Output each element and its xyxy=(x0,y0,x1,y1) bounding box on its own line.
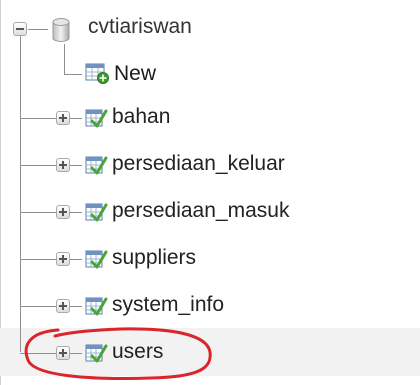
tree-line xyxy=(64,44,65,74)
table-icon xyxy=(85,250,108,269)
table-icon xyxy=(85,156,108,175)
table-icon xyxy=(85,297,108,316)
tree-line xyxy=(20,165,82,166)
tree-line xyxy=(64,74,82,75)
expand-table-toggle[interactable] xyxy=(56,158,70,172)
expand-table-toggle[interactable] xyxy=(56,205,70,219)
new-table-icon xyxy=(85,63,109,84)
tree-line xyxy=(20,118,82,119)
tree-line xyxy=(28,29,48,30)
tree-line xyxy=(20,353,82,354)
expand-table-toggle[interactable] xyxy=(56,346,70,360)
table-name[interactable]: system_info xyxy=(112,292,224,318)
table-name[interactable]: users xyxy=(112,339,163,365)
database-icon xyxy=(52,18,70,42)
expand-table-toggle[interactable] xyxy=(56,111,70,125)
table-name[interactable]: persediaan_keluar xyxy=(112,151,285,177)
new-item-label[interactable]: New xyxy=(114,61,156,87)
expand-table-toggle[interactable] xyxy=(56,252,70,266)
tree-line xyxy=(20,306,82,307)
table-icon xyxy=(85,203,108,222)
table-icon xyxy=(85,109,108,128)
database-name[interactable]: cvtiariswan xyxy=(88,14,192,40)
table-name[interactable]: bahan xyxy=(112,104,170,130)
tree-line xyxy=(20,34,21,352)
table-name[interactable]: suppliers xyxy=(112,245,196,271)
table-name[interactable]: persediaan_masuk xyxy=(112,198,289,224)
navigation-tree: cvtiariswan New bahan persediaan_keluarpe… xyxy=(0,0,420,385)
tree-line xyxy=(20,259,82,260)
tree-line xyxy=(20,212,82,213)
collapse-database-toggle[interactable] xyxy=(13,22,27,36)
expand-table-toggle[interactable] xyxy=(56,299,70,313)
table-icon xyxy=(85,344,108,363)
